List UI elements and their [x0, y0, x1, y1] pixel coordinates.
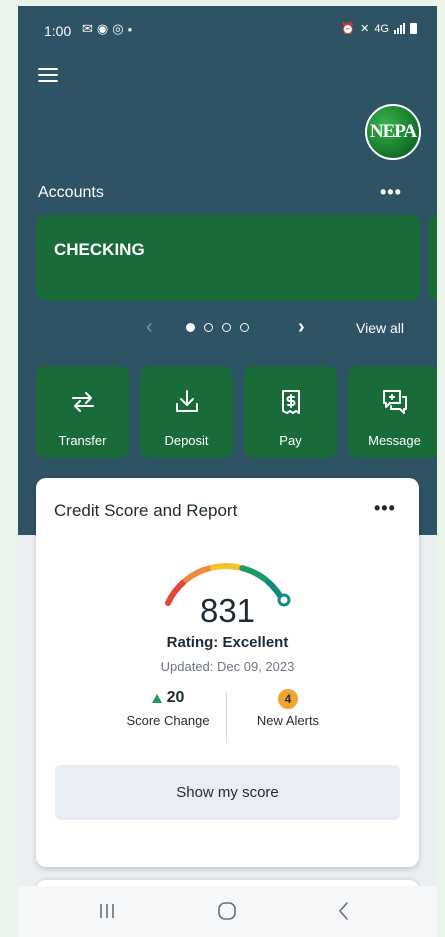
pager-dot[interactable]	[240, 323, 249, 332]
pager-dots	[186, 323, 249, 332]
record-icon: ◎	[112, 21, 124, 36]
pay-icon	[282, 390, 300, 414]
new-alerts-stat[interactable]: 4 New Alerts	[228, 686, 348, 728]
gauge-segment	[209, 563, 243, 571]
credit-score-card: Credit Score and Report ••• 831 Rating: …	[36, 478, 419, 867]
pager-next-button[interactable]: ›	[298, 316, 305, 339]
phone-screen: 1:00 ✉ ◉ ◎ • ⏰ ✕ 4G NEPA Accounts ••• CH…	[18, 6, 437, 937]
status-time: 1:00	[44, 23, 72, 39]
credit-updated-date: Updated: Dec 09, 2023	[160, 659, 295, 674]
signal-icon	[394, 23, 405, 34]
logo-text: NEPA	[369, 121, 417, 142]
mute-icon: ✕	[360, 23, 370, 35]
pay-label: Pay	[279, 433, 302, 448]
mail-icon: ✉	[82, 21, 93, 36]
gauge-segment	[239, 565, 269, 583]
bank-logo: NEPA	[365, 104, 421, 160]
pager-dot[interactable]	[204, 323, 213, 332]
transfer-icon	[72, 392, 94, 412]
network-label: 4G	[374, 22, 389, 35]
new-alerts-label: New Alerts	[256, 713, 320, 728]
recent-apps-icon[interactable]	[97, 900, 117, 922]
credit-score-title: Credit Score and Report	[54, 501, 238, 520]
menu-icon[interactable]	[38, 68, 58, 84]
message-button[interactable]: Message	[348, 366, 437, 458]
alerts-badge: 4	[278, 689, 298, 709]
back-icon[interactable]	[334, 900, 354, 922]
score-change-value: 20	[166, 689, 185, 706]
accounts-pager: ‹ › View all	[18, 316, 437, 340]
credit-score-value: 831	[199, 592, 256, 629]
score-change-label: Score Change	[126, 713, 210, 728]
account-card-label: CHECKING	[54, 240, 145, 259]
transfer-button[interactable]: Transfer	[36, 366, 129, 458]
deposit-icon	[176, 390, 198, 412]
pay-button[interactable]: Pay	[244, 366, 337, 458]
message-label: Message	[368, 433, 421, 448]
accounts-title: Accounts	[38, 184, 104, 201]
pager-dot-active[interactable]	[186, 323, 195, 332]
system-icons: ⏰ ✕ 4G	[341, 22, 417, 35]
view-all-link[interactable]: View all	[356, 320, 404, 336]
messenger-icon: ◉	[96, 21, 109, 36]
pager-dot[interactable]	[222, 323, 231, 332]
deposit-label: Deposit	[164, 433, 209, 448]
credit-more-button[interactable]: •••	[374, 498, 396, 519]
status-bar: 1:00 ✉ ◉ ◎ • ⏰ ✕ 4G	[18, 6, 437, 54]
alarm-icon: ⏰	[341, 23, 356, 35]
credit-stats: 20 Score Change 4 New Alerts	[108, 686, 348, 744]
up-arrow-icon	[151, 693, 162, 703]
accounts-more-button[interactable]: •••	[380, 182, 402, 203]
score-change-stat: 20 Score Change	[108, 686, 228, 728]
show-score-button[interactable]: Show my score	[55, 765, 400, 820]
quick-actions: Transfer Deposit Pay Message	[36, 366, 437, 458]
home-icon[interactable]	[216, 900, 238, 922]
deposit-button[interactable]: Deposit	[140, 366, 233, 458]
dot-icon: •	[127, 21, 133, 37]
notification-icons: ✉ ◉ ◎ •	[82, 21, 132, 37]
stat-divider	[226, 692, 227, 742]
battery-icon	[410, 23, 417, 34]
account-card-checking[interactable]: CHECKING	[36, 215, 420, 301]
transfer-label: Transfer	[58, 433, 107, 448]
credit-rating: Rating: Excellent	[166, 634, 289, 651]
message-icon	[383, 390, 407, 414]
gauge-segment	[183, 565, 213, 583]
system-nav-bar	[18, 886, 437, 937]
pager-prev-button[interactable]: ‹	[146, 316, 153, 339]
account-card-peek[interactable]	[428, 215, 437, 301]
